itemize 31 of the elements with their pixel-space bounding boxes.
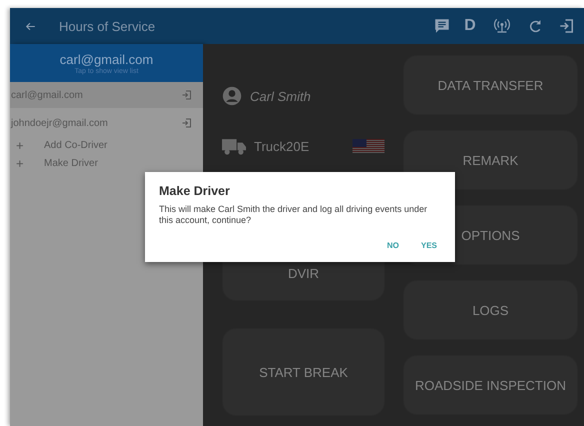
dialog-button[interactable]: NO xyxy=(382,236,403,254)
app-title: Hours of Service xyxy=(59,18,156,34)
vehicle-name: Truck20E xyxy=(254,138,310,154)
truck-icon xyxy=(222,137,246,155)
dialog-title: Make Driver xyxy=(159,184,231,198)
plus-symbol: + xyxy=(16,156,25,170)
action-label: Make Driver xyxy=(44,158,98,168)
drawer-action[interactable]: + Add Co-Driver xyxy=(10,136,203,154)
dashboard-button[interactable]: DATA TRANSFER xyxy=(403,55,578,115)
dashboard-button[interactable]: REMARK xyxy=(403,130,578,190)
logout-icon xyxy=(181,89,193,101)
account-row[interactable]: johndoejr@gmail.com xyxy=(10,110,203,136)
driver-mode-button[interactable]: D xyxy=(455,11,485,41)
logout-icon xyxy=(181,117,193,129)
dashboard-button[interactable]: START BREAK xyxy=(222,328,385,416)
dashboard-button[interactable]: LOGS xyxy=(403,280,578,340)
account-email: johndoejr@gmail.com xyxy=(10,118,108,128)
dashboard-button[interactable]: ROADSIDE INSPECTION xyxy=(403,355,578,415)
account-email: carl@gmail.com xyxy=(60,52,154,66)
account-email: carl@gmail.com xyxy=(10,90,83,100)
drawer-action[interactable]: + Make Driver xyxy=(10,154,203,172)
flag-icon xyxy=(352,139,385,153)
logout-icon[interactable] xyxy=(558,17,576,35)
person-icon xyxy=(222,86,242,106)
dialog-button[interactable]: YES xyxy=(416,236,441,254)
plus-symbol: + xyxy=(16,138,25,152)
driver-name: Carl Smith xyxy=(250,88,312,104)
action-label: Add Co-Driver xyxy=(44,140,108,150)
antenna-icon[interactable] xyxy=(493,17,511,35)
message-icon[interactable] xyxy=(433,17,451,35)
account-row[interactable]: carl@gmail.com xyxy=(10,82,203,108)
